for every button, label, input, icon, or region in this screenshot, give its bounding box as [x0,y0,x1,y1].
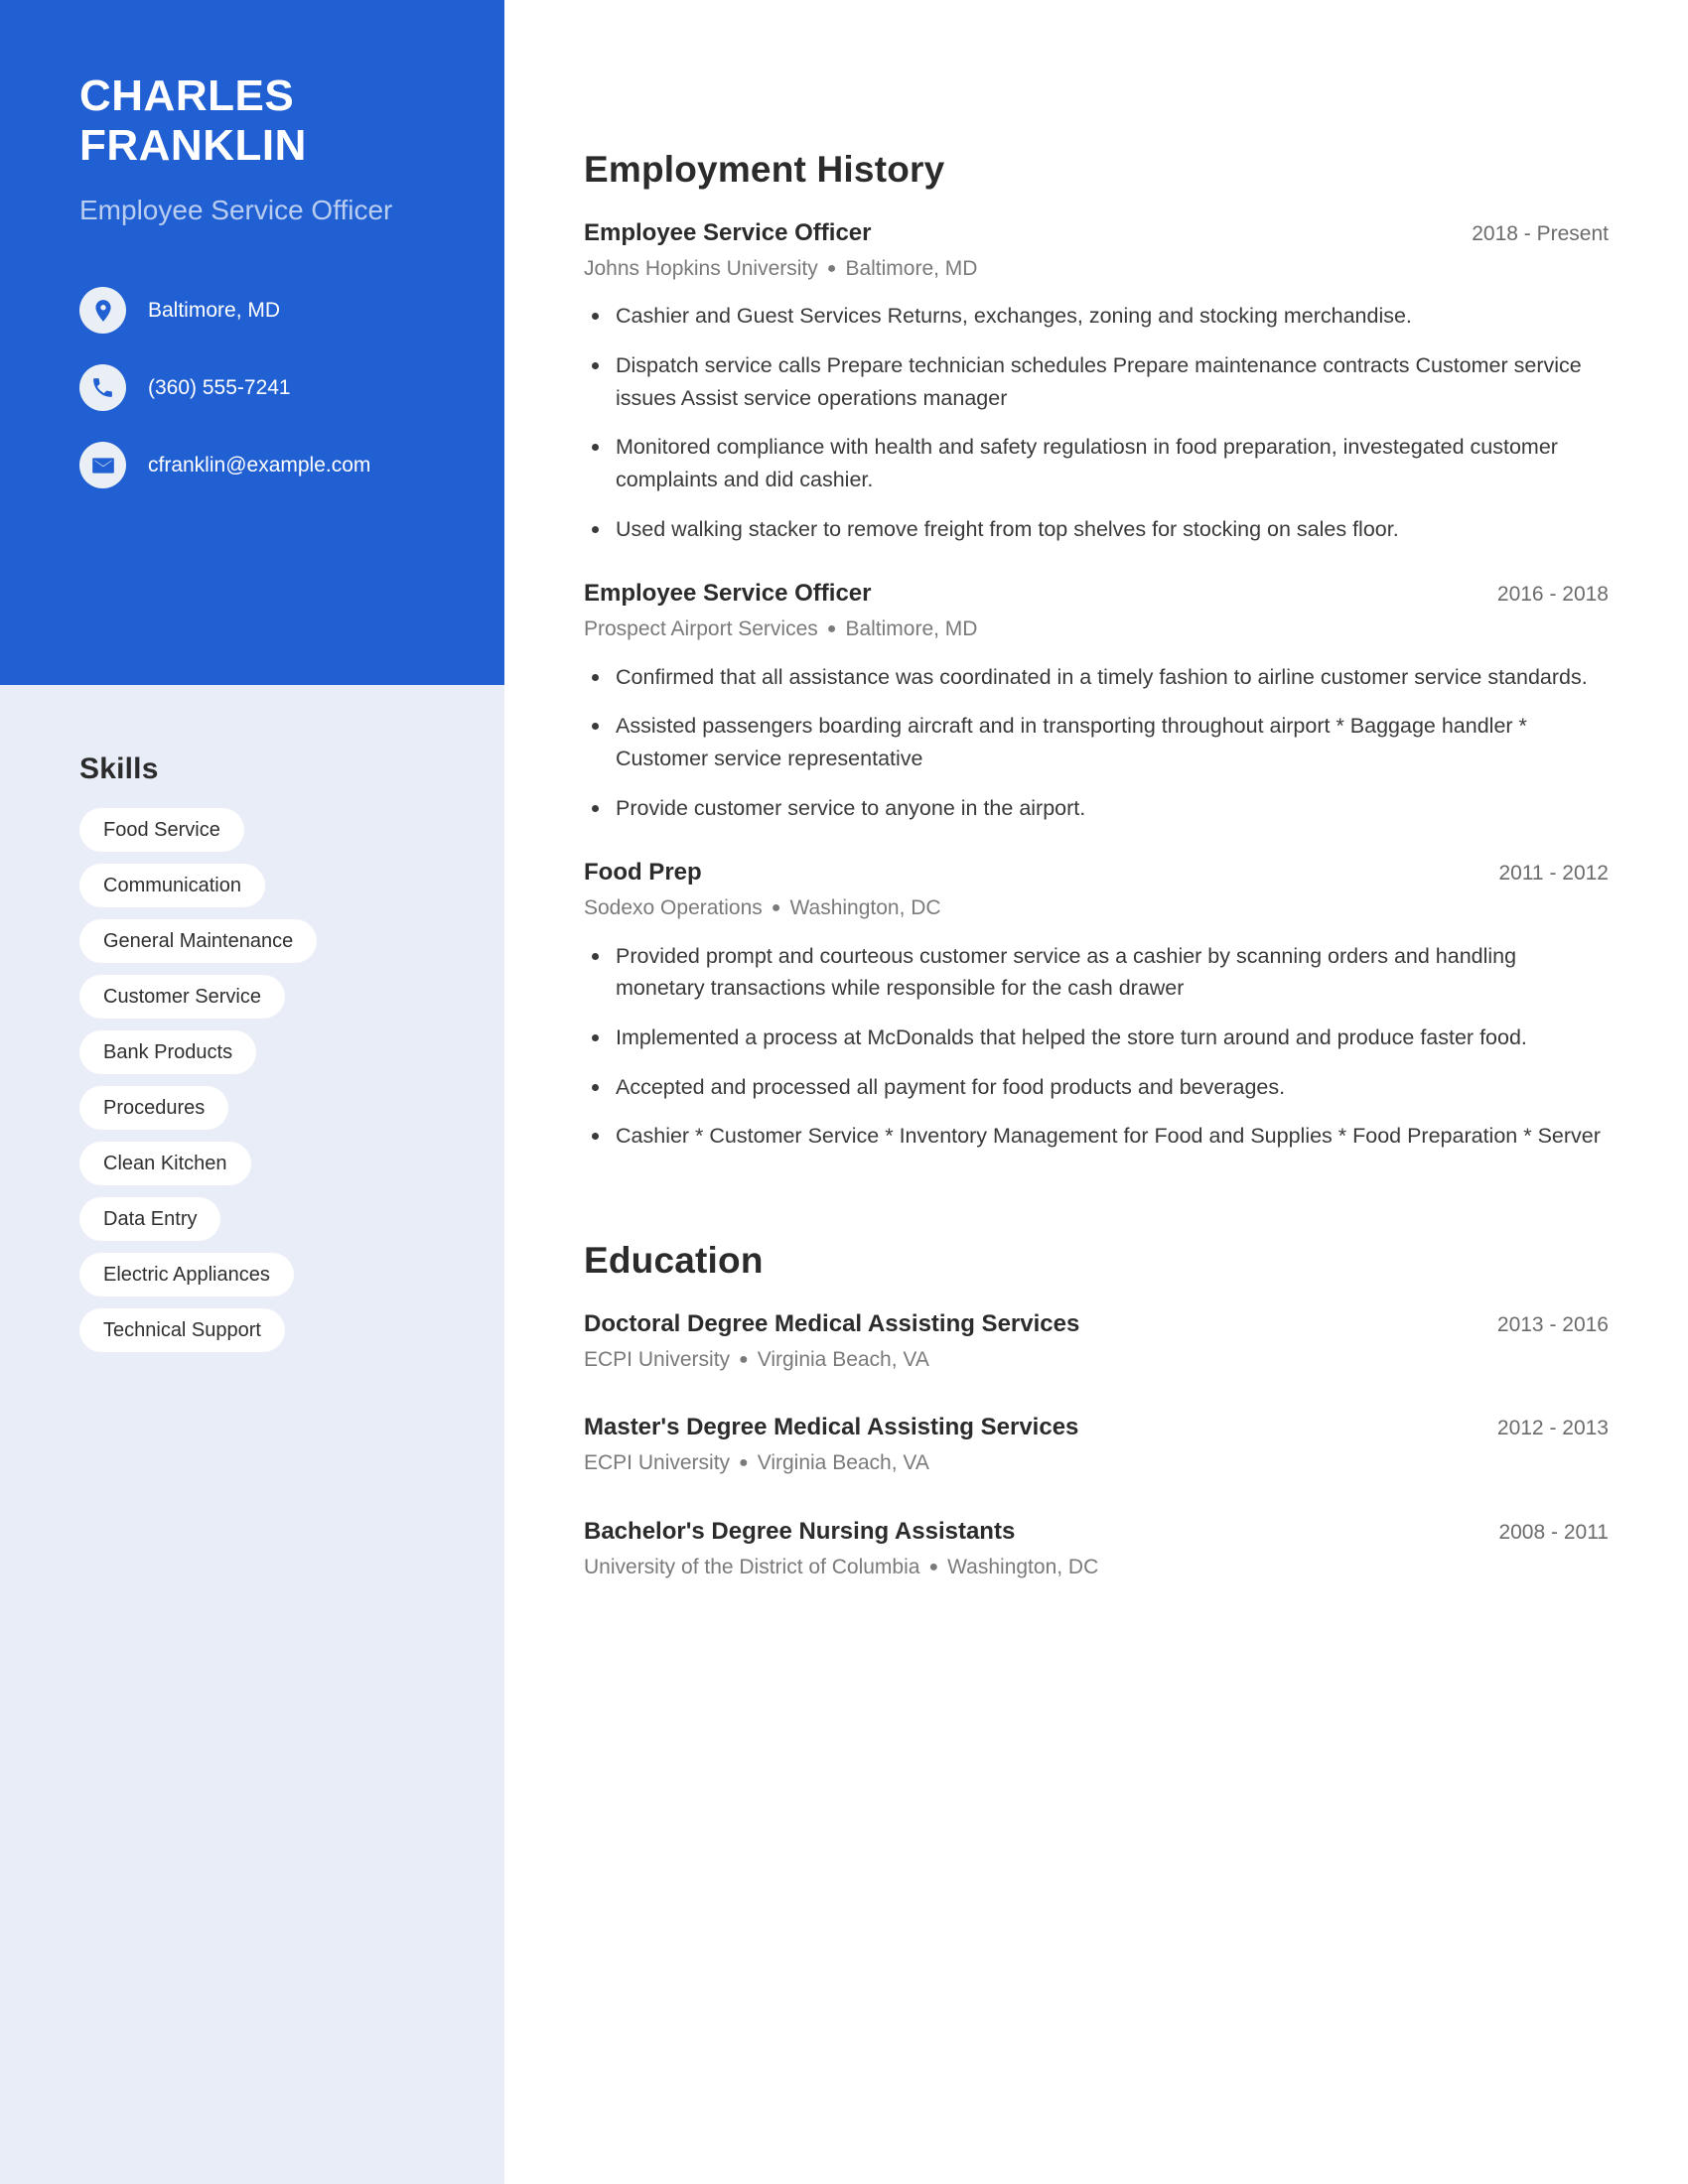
contact-item-email[interactable]: cfranklin@example.com [79,442,425,489]
employment-company: Sodexo Operations [584,896,763,920]
sidebar-header: CHARLES FRANKLIN Employee Service Office… [0,0,504,685]
employment-bullet-list: Cashier and Guest Services Returns, exch… [584,300,1609,545]
education-school-location: University of the District of Columbia ● W… [584,1554,1609,1580]
education-location: Washington, DC [947,1555,1099,1578]
employment-entry-head: Employee Service Officer 2016 - 2018 [584,579,1609,609]
skills-title: Skills [79,752,159,785]
employment-bullet: Monitored compliance with health and saf… [584,431,1609,495]
phone-icon [79,364,126,412]
contact-phone-value: (360) 555-7241 [148,376,291,400]
employment-company: Johns Hopkins University [584,257,818,280]
education-entry-head: Bachelor's Degree Nursing Assistants 2008… [584,1517,1609,1547]
employment-bullet: Confirmed that all assistance was coordi… [584,661,1609,694]
employment-bullet: Assisted passengers boarding aircraft an… [584,710,1609,774]
skill-pill: Communication [79,864,265,907]
education-date-range: 2013 - 2016 [1496,1312,1609,1336]
employment-company-location: Sodexo Operations ● Washington, DC [584,894,1609,921]
employment-entry-list: Employee Service Officer 2018 - Present Jo… [584,218,1609,1153]
skill-pill: General Maintenance [79,919,318,963]
education-date-range: 2008 - 2011 [1498,1520,1609,1544]
employment-bullet: Provided prompt and courteous customer s… [584,940,1609,1005]
employment-date-range: 2011 - 2012 [1498,862,1609,886]
education-school-location: ECPI University ● Virginia Beach, VA [584,1449,1609,1476]
skill-pill: Technical Support [79,1308,285,1352]
employment-entry: Employee Service Officer 2016 - 2018 Prosp… [584,579,1609,824]
meta-separator-bullet: ● [928,1558,939,1575]
meta-separator-bullet: ● [826,620,837,638]
education-entry: Master's Degree Medical Assisting Servic… [584,1413,1609,1476]
skill-pill: Procedures [79,1086,229,1130]
employment-role: Employee Service Officer [584,580,872,608]
education-school-location: ECPI University ● Virginia Beach, VA [584,1346,1609,1373]
employment-bullet: Used walking stacker to remove freight f… [584,513,1609,546]
employment-entry: Employee Service Officer 2018 - Present Jo… [584,218,1609,545]
education-date-range: 2012 - 2013 [1496,1417,1609,1440]
employment-location: Baltimore, MD [845,257,978,280]
skill-pill: Electric Appliances [79,1253,294,1297]
skill-list: Food Service Communication General Mainten… [79,808,445,1352]
education-entry-list: Doctoral Degree Medical Assisting Servic… [584,1309,1609,1580]
meta-separator-bullet: ● [826,260,837,278]
employment-company: Prospect Airport Services [584,617,818,641]
education-degree: Master's Degree Medical Assisting Servic… [584,1414,1079,1441]
envelope-icon [79,442,126,489]
employment-company-location: Prospect Airport Services ● Baltimore, MD [584,615,1609,642]
employment-location: Washington, DC [789,896,941,920]
education-school: ECPI University [584,1347,731,1371]
skill-pill: Bank Products [79,1030,257,1074]
education-location: Virginia Beach, VA [757,1451,929,1475]
employment-date-range: 2018 - Present [1472,222,1609,245]
candidate-job-title: Employee Service Officer [79,195,393,226]
employment-bullet: Cashier and Guest Services Returns, exch… [584,300,1609,333]
employment-bullet-list: Confirmed that all assistance was coordi… [584,661,1609,825]
employment-role: Employee Service Officer [584,219,872,246]
first-name: CHARLES [79,71,295,120]
skill-pill: Clean Kitchen [79,1142,251,1185]
contact-item-location[interactable]: Baltimore, MD [79,287,425,335]
skills-section: Skills Food Service Communication General … [0,685,504,1392]
employment-bullet: Implemented a process at McDonalds that … [584,1022,1609,1054]
employment-date-range: 2016 - 2018 [1496,583,1609,607]
skill-pill: Data Entry [79,1197,221,1241]
education-school: ECPI University [584,1451,731,1475]
employment-company-location: Johns Hopkins University ● Baltimore, MD [584,255,1609,282]
education-entry-head: Doctoral Degree Medical Assisting Servic… [584,1309,1609,1339]
main-content: Employment History Employee Service Offi… [504,0,1688,2184]
employment-bullet: Dispatch service calls Prepare technicia… [584,349,1609,414]
employment-location: Baltimore, MD [845,617,978,641]
education-entry-head: Master's Degree Medical Assisting Servic… [584,1413,1609,1442]
education-school: University of the District of Columbia [584,1555,920,1578]
education-location: Virginia Beach, VA [757,1347,929,1371]
education-section: Education Doctoral Degree Medical Assist… [584,1240,1609,1580]
employment-entry: Food Prep 2011 - 2012 Sodexo Operations ● Wa… [584,858,1609,1153]
contact-item-phone[interactable]: (360) 555-7241 [79,364,425,412]
meta-separator-bullet: ● [771,899,781,917]
skill-pill: Customer Service [79,975,285,1019]
contact-email-value: cfranklin@example.com [148,454,371,478]
employment-bullet-list: Provided prompt and courteous customer s… [584,940,1609,1153]
candidate-name: CHARLES FRANKLIN [79,71,425,171]
meta-separator-bullet: ● [739,1454,749,1472]
employment-bullet: Cashier * Customer Service * Inventory M… [584,1120,1609,1153]
skill-pill: Food Service [79,808,244,852]
employment-entry-head: Employee Service Officer 2018 - Present [584,218,1609,248]
education-entry: Bachelor's Degree Nursing Assistants 2008… [584,1517,1609,1580]
employment-bullet: Provide customer service to anyone in th… [584,792,1609,825]
contact-location-value: Baltimore, MD [148,299,281,323]
location-pin-icon [79,287,126,335]
education-degree: Bachelor's Degree Nursing Assistants [584,1517,1016,1545]
contact-list: Baltimore, MD (360) 555-7241 cfranklin@e… [79,287,425,489]
employment-history-title: Employment History [584,149,945,190]
sidebar: CHARLES FRANKLIN Employee Service Office… [0,0,504,2184]
meta-separator-bullet: ● [739,1351,749,1369]
education-degree: Doctoral Degree Medical Assisting Servic… [584,1309,1080,1337]
employment-role: Food Prep [584,859,702,887]
employment-history-section: Employment History Employee Service Offi… [584,149,1609,1153]
employment-entry-head: Food Prep 2011 - 2012 [584,858,1609,887]
resume-page: CHARLES FRANKLIN Employee Service Office… [0,0,1688,2184]
employment-bullet: Accepted and processed all payment for f… [584,1071,1609,1104]
education-entry: Doctoral Degree Medical Assisting Servic… [584,1309,1609,1373]
last-name: FRANKLIN [79,121,307,171]
education-title: Education [584,1239,764,1281]
